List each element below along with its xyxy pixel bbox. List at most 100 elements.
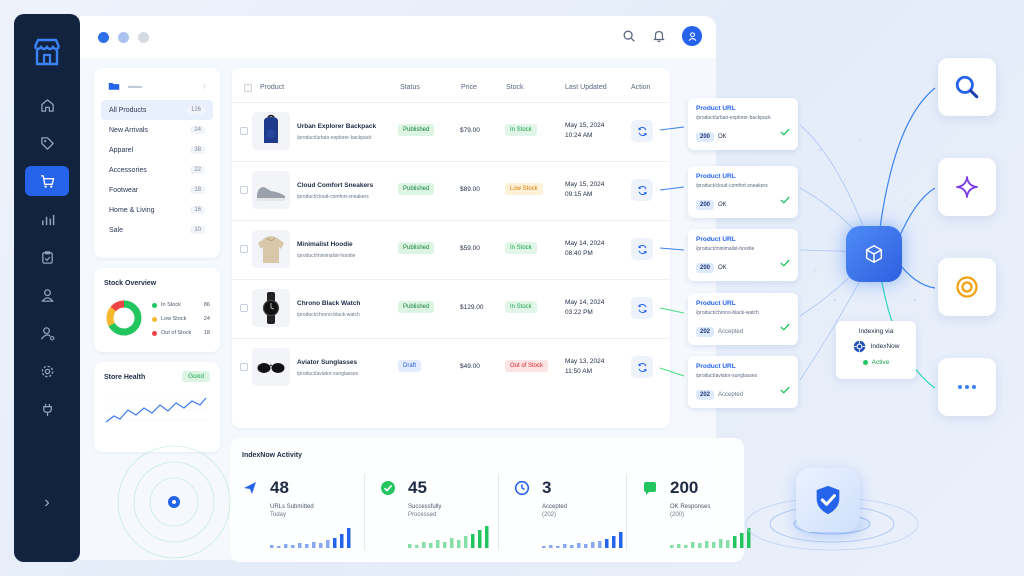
status-badge: Published — [398, 242, 435, 254]
column-header-price[interactable]: Price — [461, 84, 477, 91]
indexing-title: Indexing via — [858, 328, 894, 335]
product-url: /product/cloud-comfort-sneakers — [297, 194, 369, 200]
tile-ai[interactable] — [938, 158, 996, 216]
column-header-stock[interactable]: Stock — [506, 84, 524, 91]
column-header-product[interactable]: Product — [260, 84, 284, 91]
tile-more[interactable] — [938, 358, 996, 416]
legend-value: 24 — [203, 316, 210, 322]
sidebar-item-analytics[interactable] — [25, 204, 69, 234]
category-item[interactable]: New Arrivals 24 — [101, 120, 213, 140]
product-image — [252, 348, 290, 386]
resubmit-button[interactable] — [631, 120, 653, 142]
row-checkbox[interactable] — [240, 245, 248, 253]
check-icon — [780, 124, 790, 142]
spark-bar — [570, 545, 574, 548]
categories-header[interactable]: ▬▬ › — [94, 68, 220, 100]
sidebar-item-home[interactable] — [25, 90, 69, 120]
status-badge: Draft — [398, 360, 422, 372]
select-all-checkbox[interactable] — [244, 84, 252, 92]
url-status-card[interactable]: Product URL/product/aviator-sunglasses 20… — [688, 356, 798, 408]
spark-bar — [436, 540, 440, 548]
sidebar-item-customers[interactable] — [25, 280, 69, 310]
resubmit-button[interactable] — [631, 179, 653, 201]
row-checkbox[interactable] — [240, 363, 248, 371]
stat-divider — [364, 474, 365, 550]
url-card-path: /product/minimalist-hoodie — [696, 246, 755, 252]
spark-bar — [333, 538, 337, 548]
legend-label: Out of Stock — [161, 330, 192, 336]
resubmit-button[interactable] — [631, 297, 653, 319]
url-card-title: Product URL — [696, 236, 736, 243]
legend-value: 18 — [203, 330, 210, 336]
product-name[interactable]: Urban Explorer Backpack — [297, 123, 376, 130]
category-item[interactable]: Sale 10 — [101, 220, 213, 240]
column-header-status[interactable]: Status — [400, 84, 420, 91]
category-item[interactable]: Footwear 18 — [101, 180, 213, 200]
cube-icon — [865, 245, 883, 263]
category-item[interactable]: Apparel 38 — [101, 140, 213, 160]
url-status-card[interactable]: Product URL/product/chrono-black-watch 20… — [688, 293, 798, 345]
sunglasses-image — [257, 363, 285, 373]
sidebar-item-cart[interactable] — [25, 166, 69, 196]
stock-badge: In Stock — [505, 242, 537, 254]
url-card-title: Product URL — [696, 105, 736, 112]
product-name[interactable]: Chrono Black Watch — [297, 300, 360, 307]
product-name[interactable]: Cloud Comfort Sneakers — [297, 182, 373, 189]
category-item[interactable]: Home & Living 16 — [101, 200, 213, 220]
sidebar-item-integrations[interactable] — [25, 394, 69, 424]
stat-value: 200 — [670, 478, 699, 497]
updated-time: 03:22 PM — [565, 309, 593, 316]
category-label: Sale — [109, 226, 124, 234]
updated-date: May 13, 2024 — [565, 358, 605, 365]
row-checkbox[interactable] — [240, 186, 248, 194]
resubmit-button[interactable] — [631, 356, 653, 378]
resubmit-button[interactable] — [631, 238, 653, 260]
category-item[interactable]: All Products 126 — [101, 100, 213, 120]
user-settings-icon — [40, 326, 54, 340]
url-card-response: 202 Accepted — [696, 390, 743, 400]
row-checkbox[interactable] — [240, 127, 248, 135]
column-header-action: Action — [631, 84, 651, 91]
row-checkbox[interactable] — [240, 304, 248, 312]
sidebar-item-orders[interactable] — [25, 242, 69, 272]
search-icon[interactable] — [622, 29, 636, 43]
avatar[interactable] — [682, 26, 702, 46]
stock-legend: In Stock 86 Low Stock 24 Out of Stock 18 — [152, 298, 210, 340]
tile-search[interactable] — [938, 58, 996, 116]
activity-stat: 48 URLs Submitted Today — [270, 478, 314, 518]
url-status-card[interactable]: Product URL/product/urban-explorer-backp… — [688, 98, 798, 150]
sidebar-item-user-settings[interactable] — [25, 318, 69, 348]
stat-label: Successfully — [408, 504, 442, 510]
product-name[interactable]: Aviator Sunglasses — [297, 359, 357, 366]
category-count: 126 — [186, 106, 205, 114]
stat-sublabel: (200) — [670, 512, 685, 518]
product-name[interactable]: Minimalist Hoodie — [297, 241, 353, 248]
sidebar-item-settings[interactable] — [25, 356, 69, 386]
status-badge: Published — [398, 124, 435, 136]
spark-bar — [305, 544, 309, 548]
category-item[interactable]: Accessories 22 — [101, 160, 213, 180]
spark-bar — [556, 546, 560, 548]
status-badge: Published — [398, 183, 435, 195]
sidebar-expand-button[interactable]: › — [44, 494, 49, 512]
column-header-updated[interactable]: Last Updated — [565, 84, 607, 91]
category-label: All Products — [109, 106, 147, 114]
spark-bar — [319, 543, 323, 548]
indexnow-hub — [846, 226, 902, 282]
url-status-card[interactable]: Product URL/product/cloud-comfort-sneake… — [688, 166, 798, 218]
bell-icon[interactable] — [652, 29, 666, 43]
url-card-response: 202 Accepted — [696, 327, 743, 337]
response-code: 200 — [696, 263, 715, 273]
stat-value: 3 — [542, 478, 552, 497]
tile-target[interactable] — [938, 258, 996, 316]
sidebar-item-tags[interactable] — [25, 128, 69, 158]
refresh-icon — [638, 185, 646, 195]
category-label: Home & Living — [109, 206, 155, 214]
hoodie-image — [258, 236, 284, 263]
stat-sublabel: (202) — [542, 512, 557, 518]
url-status-card[interactable]: Product URL/product/minimalist-hoodie 200… — [688, 229, 798, 281]
store-health-title: Store Health — [104, 374, 146, 381]
spark-bar — [422, 542, 426, 548]
stat-bar-sparkline — [408, 526, 489, 548]
updated-time: 10:24 AM — [565, 132, 593, 139]
